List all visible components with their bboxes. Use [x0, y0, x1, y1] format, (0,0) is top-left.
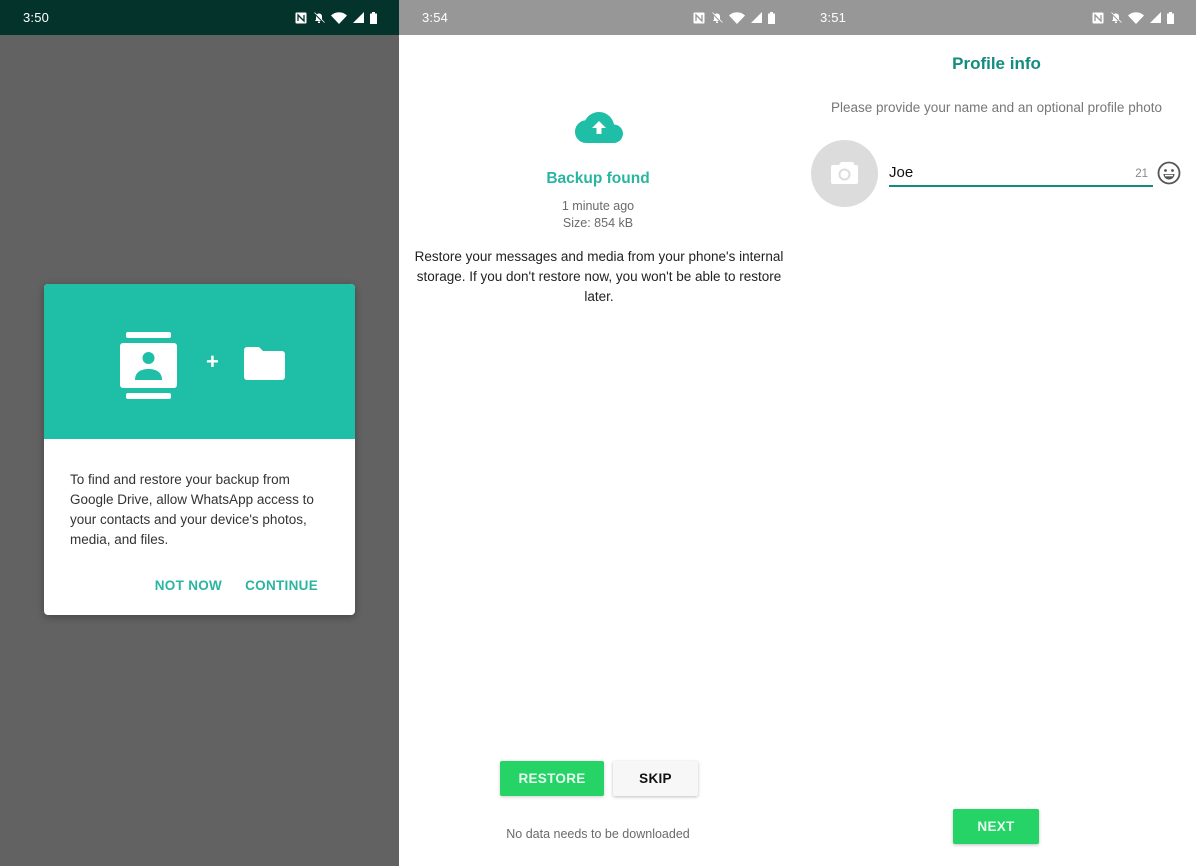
skip-button[interactable]: SKIP [613, 761, 698, 796]
cloud-upload-icon [575, 112, 623, 143]
profile-photo-button[interactable] [811, 140, 878, 207]
page-subtitle: Please provide your name and an optional… [831, 100, 1162, 115]
dialog-actions: NOT NOW CONTINUE [155, 578, 318, 593]
status-icons [1092, 11, 1174, 24]
status-icons [693, 11, 775, 24]
screen-profile-info: 3:51 Profile info Please provide your na… [797, 0, 1196, 866]
status-bar: 3:51 [797, 0, 1196, 35]
bell-off-icon [1110, 11, 1122, 23]
permission-dialog: + To find and restore your backup from G… [44, 284, 355, 615]
dialog-message: To find and restore your backup from Goo… [70, 472, 314, 547]
cell-signal-icon [353, 12, 364, 23]
page-title: Profile info [952, 54, 1041, 73]
nfc-icon [295, 12, 307, 23]
folder-icon [244, 347, 285, 380]
screen-permission-dialog: 3:50 + To find and restore your backup f… [0, 0, 399, 866]
bell-off-icon [711, 11, 723, 23]
not-now-button[interactable]: NOT NOW [155, 578, 222, 593]
status-icons [295, 11, 377, 24]
continue-button[interactable]: CONTINUE [245, 578, 318, 593]
backup-size: Size: 854 kB [562, 216, 634, 230]
wifi-icon [331, 11, 347, 24]
battery-icon [1167, 11, 1174, 24]
wifi-icon [1128, 11, 1144, 24]
restore-button[interactable]: RESTORE [500, 761, 604, 796]
status-bar: 3:50 [0, 0, 399, 35]
battery-icon [768, 11, 775, 24]
status-time: 3:50 [23, 10, 50, 25]
backup-description: Restore your messages and media from you… [414, 249, 784, 304]
backup-meta: 1 minute ago Size: 854 kB [399, 198, 797, 232]
name-input[interactable] [889, 160, 1119, 184]
status-time: 3:54 [422, 10, 449, 25]
screen-backup-found: 3:54 Backup found 1 minute ago Size: 854… [399, 0, 797, 866]
wifi-icon [729, 11, 745, 24]
name-field: 21 [889, 160, 1153, 187]
backup-time-ago: 1 minute ago [561, 199, 635, 213]
cell-signal-icon [1150, 12, 1161, 23]
download-note: No data needs to be downloaded [506, 827, 690, 841]
char-counter: 21 [1135, 168, 1148, 180]
camera-icon [831, 162, 858, 184]
next-button[interactable]: NEXT [953, 809, 1039, 844]
cell-signal-icon [751, 12, 762, 23]
backup-title: Backup found [546, 170, 650, 187]
nfc-icon [693, 12, 705, 23]
nfc-icon [1092, 12, 1104, 23]
battery-icon [370, 11, 377, 24]
bell-off-icon [313, 11, 325, 23]
plus-icon: + [206, 349, 219, 374]
contacts-icon [120, 332, 177, 399]
status-time: 3:51 [820, 10, 847, 25]
dialog-header: + [44, 284, 355, 439]
status-bar: 3:54 [399, 0, 797, 35]
emoji-icon[interactable] [1157, 161, 1181, 185]
